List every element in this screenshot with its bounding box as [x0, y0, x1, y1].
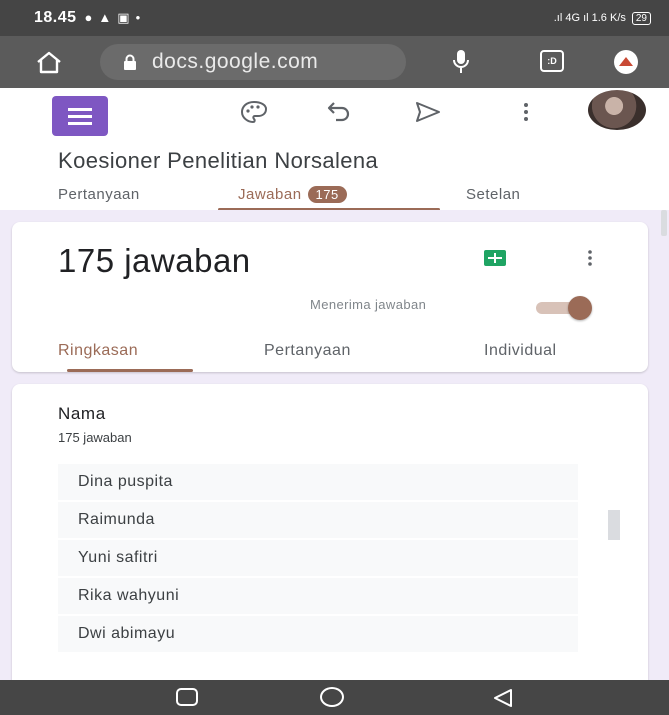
tab-responses-label: Jawaban	[238, 186, 302, 203]
tab-switcher-button[interactable]: :D	[540, 50, 564, 72]
send-icon[interactable]	[414, 100, 442, 124]
question-answer-count: 175 jawaban	[58, 430, 132, 445]
subtab-individual[interactable]: Individual	[484, 342, 557, 360]
status-time: 18.45	[34, 9, 77, 26]
accepting-toggle-thumb[interactable]	[568, 296, 592, 320]
notification-icons: ●▲▣•	[85, 10, 147, 26]
question-summary-card: Nama 175 jawaban Dina puspita Raimunda Y…	[12, 384, 648, 684]
responses-more-icon[interactable]	[586, 248, 594, 268]
subtab-question[interactable]: Pertanyaan	[264, 342, 351, 360]
warning-icon: ▲	[98, 10, 118, 25]
home-button[interactable]	[320, 687, 344, 707]
accepting-responses-label: Menerima jawaban	[310, 297, 427, 312]
list-item: Rika wahyuni	[58, 578, 578, 614]
subtab-summary[interactable]: Ringkasan	[58, 342, 138, 360]
signal-text: .ıl 4G ıl 1.6 K/s	[553, 12, 626, 24]
form-tabs: Pertanyaan Jawaban 175 Setelan	[0, 186, 669, 208]
tab-questions[interactable]: Pertanyaan	[58, 186, 140, 203]
answer-list: Dina puspita Raimunda Yuni safitri Rika …	[58, 464, 578, 654]
sheets-icon[interactable]	[484, 250, 506, 266]
tab-settings[interactable]: Setelan	[466, 186, 520, 203]
response-count-badge: 175	[307, 186, 347, 203]
responses-summary-card: 175 jawaban Menerima jawaban Ringkasan P…	[12, 222, 648, 372]
active-subtab-indicator	[67, 369, 193, 372]
account-avatar[interactable]	[588, 90, 646, 130]
tab-responses[interactable]: Jawaban 175	[238, 186, 347, 203]
list-item: Dina puspita	[58, 464, 578, 500]
palette-icon[interactable]	[240, 100, 268, 124]
list-item: Raimunda	[58, 502, 578, 538]
back-button[interactable]	[492, 688, 514, 708]
form-title: Koesioner Penelitian Norsalena	[58, 148, 379, 173]
mic-icon[interactable]	[452, 48, 470, 76]
status-right: .ıl 4G ıl 1.6 K/s 29	[553, 11, 651, 25]
home-icon[interactable]	[36, 50, 62, 74]
browser-toolbar: docs.google.com :D	[0, 36, 669, 88]
profile-icon[interactable]	[614, 50, 638, 74]
chat-icon: ●	[84, 10, 99, 25]
forms-header: Koesioner Penelitian Norsalena Pertanyaa…	[0, 88, 669, 211]
url-bar[interactable]: docs.google.com	[100, 44, 406, 80]
battery-icon: 29	[631, 11, 651, 25]
system-navigation-bar	[0, 680, 669, 715]
undo-icon[interactable]	[326, 100, 352, 124]
list-item: Dwi abimayu	[58, 616, 578, 652]
recent-apps-button[interactable]	[176, 688, 198, 706]
lock-icon	[124, 54, 136, 70]
forms-logo-icon[interactable]	[52, 96, 108, 136]
answer-list-scrollbar[interactable]	[608, 510, 620, 540]
response-count-heading: 175 jawaban	[58, 242, 251, 279]
question-title: Nama	[58, 404, 106, 423]
url-text: docs.google.com	[152, 50, 319, 73]
list-item: Yuni safitri	[58, 540, 578, 576]
page-scrollbar[interactable]	[661, 210, 667, 236]
screen-icon: ▣	[117, 10, 136, 25]
dot-icon: •	[135, 10, 147, 25]
status-bar: 18.45 ●▲▣• .ıl 4G ıl 1.6 K/s 29	[0, 0, 669, 36]
more-vert-icon[interactable]	[522, 100, 530, 124]
